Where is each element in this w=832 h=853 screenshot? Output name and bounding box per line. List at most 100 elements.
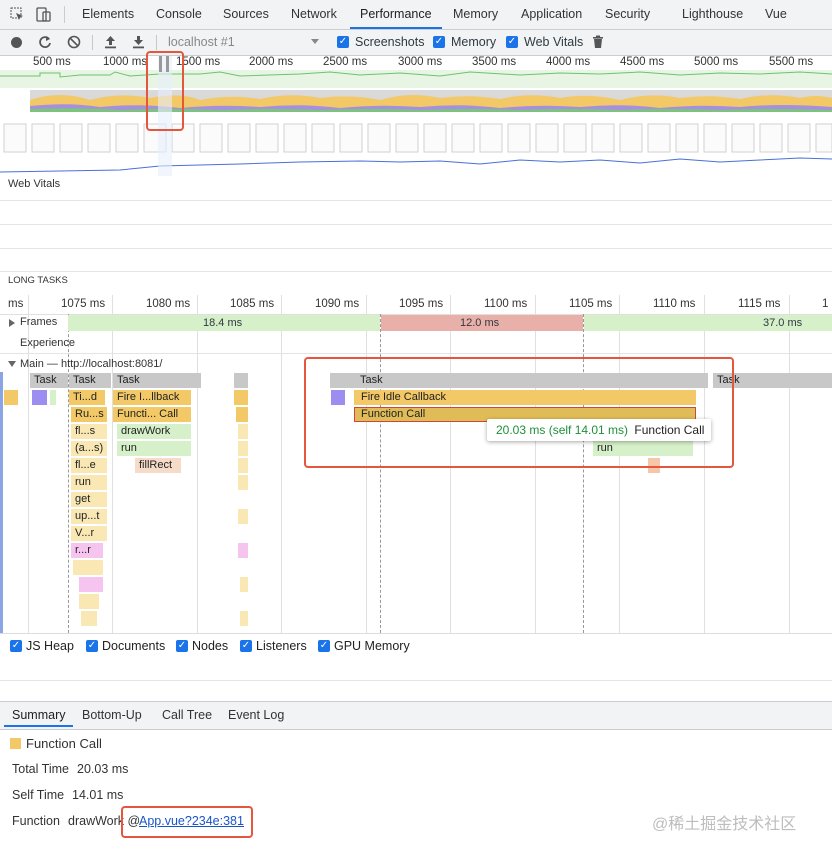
detail-tick: 1110 ms [653, 298, 696, 310]
flame-small-block[interactable] [240, 577, 248, 592]
counter-label: Documents [102, 639, 166, 653]
listeners-checkbox[interactable]: ✓ Listeners [234, 633, 312, 659]
record-icon[interactable] [11, 37, 22, 48]
tab-summary[interactable]: Summary [4, 703, 74, 727]
collapse-arrow-icon[interactable] [8, 361, 16, 367]
chevron-down-icon[interactable] [311, 39, 319, 44]
tab-memory[interactable]: Memory [453, 0, 498, 29]
tab-performance[interactable]: Performance [350, 0, 442, 29]
total-time-value: 20.03 ms [77, 762, 129, 776]
flame-frame[interactable]: fl...e [71, 458, 107, 473]
category-color-swatch [10, 738, 21, 749]
main-thread-label: Main — http://localhost:8081/ [20, 358, 163, 370]
self-time-value: 14.01 ms [72, 788, 124, 802]
flame-small-block[interactable] [73, 560, 103, 575]
download-icon[interactable] [132, 35, 145, 52]
flame-frame[interactable]: V...r [71, 526, 107, 541]
memory-label: Memory [451, 35, 497, 49]
frames-track[interactable]: Frames 18.4 ms 12.0 ms 37.0 ms [0, 314, 832, 332]
trash-icon[interactable] [592, 35, 604, 52]
tab-network[interactable]: Network [291, 0, 337, 29]
clear-icon[interactable] [67, 35, 81, 52]
counter-label: GPU Memory [334, 639, 410, 653]
flame-small-block[interactable] [238, 509, 248, 524]
tab-application[interactable]: Application [521, 0, 582, 29]
flame-task[interactable]: Task [69, 373, 111, 388]
flame-small-block[interactable] [4, 390, 18, 405]
flame-small-block[interactable] [238, 458, 248, 473]
flame-task[interactable] [234, 373, 248, 388]
tab-lighthouse[interactable]: Lighthouse [682, 0, 743, 29]
expand-arrow-icon[interactable] [9, 319, 15, 327]
flame-frame[interactable]: up...t [71, 509, 107, 524]
detail-tick: ms [8, 298, 24, 310]
flame-run[interactable]: run [117, 441, 191, 456]
reload-icon[interactable] [38, 35, 52, 52]
experience-track-label: Experience [20, 337, 76, 349]
tab-call-tree[interactable]: Call Tree [162, 703, 212, 727]
overview-graphs [0, 56, 832, 176]
flame-fire-idle-callback[interactable]: Fire I...llback [113, 390, 191, 405]
flame-run-microtasks[interactable]: Ru...s [71, 407, 107, 422]
flame-frame[interactable]: fl...s [71, 424, 107, 439]
nodes-checkbox[interactable]: ✓ Nodes [170, 633, 234, 659]
tab-console[interactable]: Console [156, 0, 202, 29]
upload-icon[interactable] [104, 35, 117, 52]
flame-frame[interactable]: r...r [71, 543, 103, 558]
detail-tick: 1115 ms [738, 298, 781, 310]
timeline-overview[interactable]: 500 ms 1000 ms 1500 ms 2000 ms 2500 ms 3… [0, 51, 832, 176]
flame-small-block[interactable] [238, 441, 248, 456]
tab-vue[interactable]: Vue [765, 0, 787, 29]
flame-highlight-box [304, 357, 734, 468]
gpu-memory-checkbox[interactable]: ✓ GPU Memory [312, 633, 412, 659]
js-heap-checkbox[interactable]: ✓ JS Heap [4, 633, 80, 659]
web-vitals-checkbox[interactable]: ✓ [506, 36, 518, 48]
documents-checkbox[interactable]: ✓ Documents [80, 633, 170, 659]
flame-task[interactable]: Task [30, 373, 68, 388]
memory-checkbox[interactable]: ✓ [433, 36, 445, 48]
flame-task[interactable]: Task [113, 373, 201, 388]
device-toolbar-icon[interactable] [36, 7, 52, 22]
tab-sources[interactable]: Sources [223, 0, 269, 29]
flame-fillrect[interactable]: fillRect [135, 458, 181, 473]
tab-bottom-up[interactable]: Bottom-Up [82, 703, 142, 727]
counter-label: JS Heap [26, 639, 74, 653]
selection-highlight-box [146, 51, 184, 131]
screenshots-label: Screenshots [355, 35, 425, 49]
devtools-tab-bar: Elements Console Sources Network Perform… [0, 0, 832, 30]
flame-small-block[interactable] [238, 424, 248, 439]
frame-duration: 18.4 ms [203, 317, 243, 329]
inspect-element-icon[interactable] [10, 7, 24, 21]
detail-ruler: ms 1075 ms 1080 ms 1085 ms 1090 ms 1095 … [0, 295, 832, 315]
flame-small-block[interactable] [79, 577, 103, 592]
screenshots-checkbox[interactable]: ✓ [337, 36, 349, 48]
tab-event-log[interactable]: Event Log [228, 703, 284, 727]
check-icon: ✓ [176, 640, 188, 652]
long-tasks-label: LONG TASKS [8, 275, 68, 286]
flame-function-call[interactable]: Functi... Call [113, 407, 191, 422]
flame-frame[interactable]: run [71, 475, 107, 490]
flame-frame[interactable]: (a...s) [71, 441, 107, 456]
detail-tick: 1075 ms [61, 298, 106, 310]
flame-drawwork[interactable]: drawWork [117, 424, 191, 439]
flame-small-block[interactable] [81, 611, 97, 626]
performance-toolbar: localhost #1 ✓ Screenshots ✓ Memory ✓ We… [0, 30, 832, 56]
flame-small-block[interactable] [234, 390, 248, 405]
flame-timer-fired[interactable]: Ti...d [69, 390, 105, 405]
frames-label: Frames [20, 316, 58, 328]
flame-small-block[interactable] [240, 611, 248, 626]
flame-small-block[interactable] [236, 407, 248, 422]
summary-title: Function Call [26, 736, 102, 751]
tab-security[interactable]: Security [605, 0, 650, 29]
web-vitals-track-label: Web Vitals [8, 178, 61, 190]
flame-small-block[interactable] [238, 475, 248, 490]
detail-tick: 1095 ms [399, 298, 444, 310]
flame-small-block[interactable] [238, 543, 248, 558]
flame-small-block[interactable] [50, 390, 56, 405]
flame-small-block[interactable] [32, 390, 47, 405]
flame-frame[interactable]: get [71, 492, 107, 507]
frame-duration: 12.0 ms [460, 317, 500, 329]
flame-small-block[interactable] [79, 594, 99, 609]
self-time-label: Self Time [12, 788, 65, 802]
tab-elements[interactable]: Elements [82, 0, 134, 29]
